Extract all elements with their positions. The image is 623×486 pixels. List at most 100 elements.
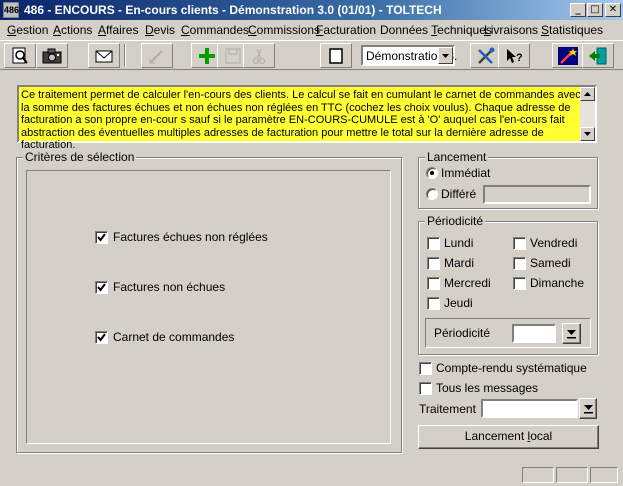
minimize-button[interactable]: _ <box>570 3 586 17</box>
new-page-icon <box>329 47 343 64</box>
menu-facturation[interactable]: Facturation <box>316 23 376 37</box>
checkbox-samedi[interactable] <box>513 257 526 270</box>
label-factures-echues: Factures échues non réglées <box>113 230 268 244</box>
status-cell-1 <box>522 467 554 483</box>
info-scrollbar[interactable] <box>580 87 595 141</box>
menu-bar: Gestion Actions Affaires Devis Commandes… <box>0 20 623 39</box>
label-tous-messages: Tous les messages <box>436 381 539 395</box>
label-vendredi: Vendredi <box>530 236 578 250</box>
launch-local-button[interactable]: Lancement local <box>418 425 599 449</box>
menu-devis[interactable]: Devis <box>145 23 175 37</box>
checkbox-factures-non-echues[interactable] <box>95 281 108 294</box>
criteria-group-title: Critères de sélection <box>23 150 137 164</box>
checkmark-icon <box>97 283 106 292</box>
chevron-up-icon <box>584 92 591 96</box>
camera-button[interactable] <box>36 43 68 68</box>
menu-gestion[interactable]: Gestion <box>7 23 48 37</box>
envelope-icon <box>95 50 113 62</box>
checkbox-mercredi[interactable] <box>427 277 440 290</box>
chevron-down-icon <box>584 132 591 136</box>
checkbox-compte-rendu[interactable] <box>419 362 432 375</box>
checkbox-dimanche[interactable] <box>513 277 526 290</box>
traitement-dropdown-button[interactable] <box>579 398 597 419</box>
save-icon <box>225 48 241 63</box>
edit-icon <box>149 49 163 63</box>
label-deferred: Différé <box>441 187 477 201</box>
app-icon[interactable]: 486 <box>3 2 19 18</box>
launch-group: Lancement Immédiat Différé <box>418 150 598 209</box>
periodicity-group: Périodicité Lundi Vendredi Mardi Samedi … <box>418 214 598 355</box>
preview-icon <box>12 47 28 64</box>
chevron-down-icon <box>442 53 449 58</box>
checkbox-mardi[interactable] <box>427 257 440 270</box>
scroll-down-button[interactable] <box>580 127 595 141</box>
checkbox-jeudi[interactable] <box>427 297 440 310</box>
exit-icon <box>589 47 607 64</box>
launch-group-title: Lancement <box>425 150 489 164</box>
email-button[interactable] <box>88 43 120 68</box>
wizard-button[interactable] <box>552 43 584 68</box>
dropdown-arrow-icon <box>567 330 576 339</box>
label-samedi: Samedi <box>530 256 571 270</box>
menu-actions[interactable]: Actions <box>53 23 92 37</box>
label-dimanche: Dimanche <box>530 276 585 290</box>
exit-button[interactable] <box>582 43 614 68</box>
periodicity-select-value[interactable] <box>512 324 556 343</box>
help-icon: ? <box>507 48 523 64</box>
label-periodicity-select: Périodicité <box>434 326 491 340</box>
label-mardi: Mardi <box>444 256 475 270</box>
close-button[interactable]: ✕ <box>605 3 621 17</box>
scroll-up-button[interactable] <box>580 87 595 101</box>
info-text: Ce traitement permet de calculer l'en-co… <box>21 89 581 151</box>
help-button[interactable]: ? <box>498 43 530 68</box>
criteria-group: Critères de sélection Factures échues no… <box>16 150 402 453</box>
label-carnet-commandes: Carnet de commandes <box>113 330 235 344</box>
window-title: 486 - ENCOURS - En-cours clients - Démon… <box>24 3 442 17</box>
label-factures-non-echues: Factures non échues <box>113 280 226 294</box>
preview-button[interactable] <box>4 43 36 68</box>
radio-selected-dot <box>430 171 434 175</box>
new-page-button[interactable] <box>320 43 352 68</box>
wizard-icon <box>558 46 578 65</box>
checkbox-factures-echues[interactable] <box>95 231 108 244</box>
tools-icon <box>478 47 495 64</box>
deferred-date-field[interactable] <box>483 185 591 204</box>
status-cell-2 <box>556 467 588 483</box>
periodicity-select-panel: Périodicité <box>425 318 591 348</box>
menu-affaires[interactable]: Affaires <box>98 23 138 37</box>
checkbox-lundi[interactable] <box>427 237 440 250</box>
radio-deferred[interactable] <box>426 188 438 200</box>
checkbox-carnet-commandes[interactable] <box>95 331 108 344</box>
checkbox-tous-messages[interactable] <box>419 382 432 395</box>
periodicity-group-title: Périodicité <box>425 214 486 228</box>
label-traitement: Traitement <box>419 402 476 416</box>
checkbox-vendredi[interactable] <box>513 237 526 250</box>
menu-statistiques[interactable]: Statistiques <box>541 23 603 37</box>
maximize-button[interactable]: □ <box>587 3 603 17</box>
status-cell-3 <box>590 467 618 483</box>
traitement-field[interactable] <box>481 399 578 418</box>
edit-button[interactable] <box>141 43 173 68</box>
title-bar: 486 486 - ENCOURS - En-cours clients - D… <box>0 0 623 20</box>
society-combo[interactable]: Démonstration 3. <box>361 45 457 66</box>
cut-button[interactable] <box>243 43 275 68</box>
svg-text:?: ? <box>516 52 523 64</box>
criteria-panel: Factures échues non réglées Factures non… <box>26 170 391 444</box>
info-box: Ce traitement permet de calculer l'en-co… <box>17 85 597 151</box>
dropdown-arrow-icon <box>583 405 593 414</box>
menu-commissions[interactable]: Commissions <box>248 23 320 37</box>
periodicity-dropdown-button[interactable] <box>562 323 581 344</box>
society-combo-button[interactable] <box>438 47 453 64</box>
menu-commandes[interactable]: Commandes <box>181 23 249 37</box>
radio-immediate[interactable] <box>426 167 438 179</box>
checkmark-icon <box>97 233 106 242</box>
menu-livraisons[interactable]: Livraisons <box>484 23 538 37</box>
label-immediate: Immédiat <box>441 166 491 180</box>
menu-donnees-techniques[interactable]: Données Techniques <box>380 23 492 37</box>
status-bar-main <box>4 467 519 483</box>
label-compte-rendu: Compte-rendu systématique <box>436 361 587 375</box>
add-icon <box>199 47 215 64</box>
cut-icon <box>253 48 265 64</box>
checkmark-icon <box>97 333 106 342</box>
toolbar-separator <box>124 44 126 67</box>
